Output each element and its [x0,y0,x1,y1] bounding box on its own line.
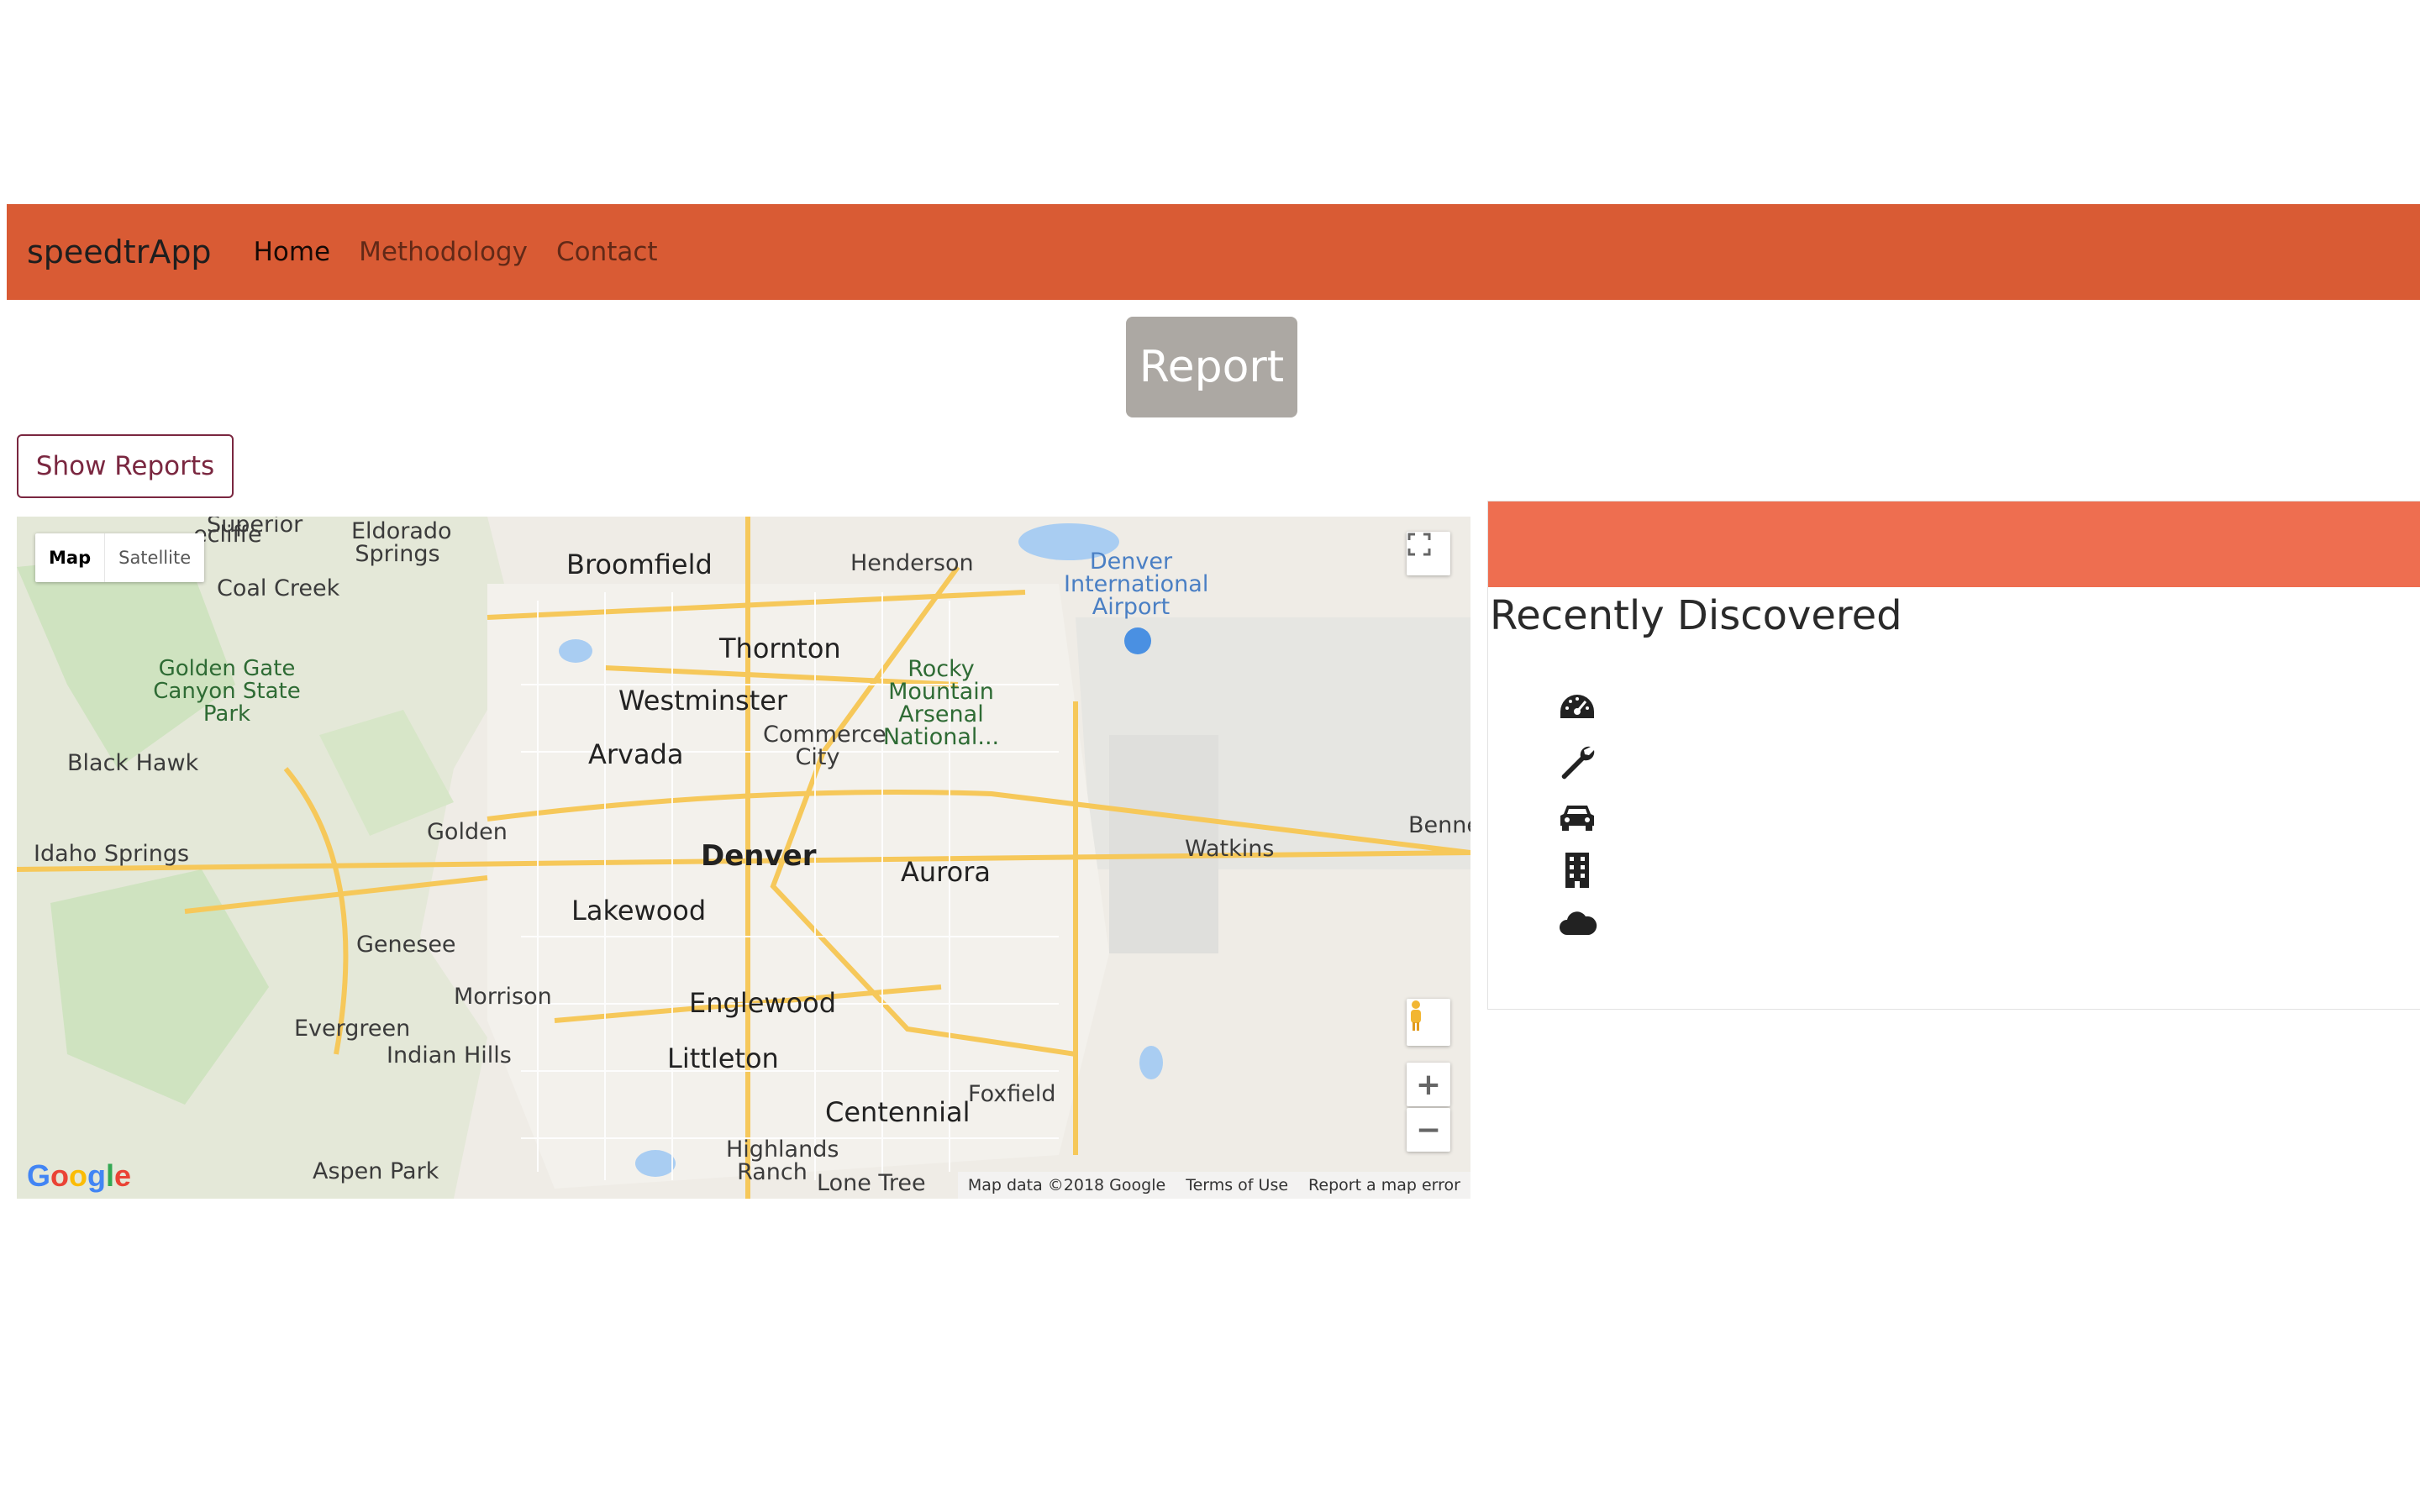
map-type-control: Map Satellite [35,533,205,582]
list-item [1557,681,1597,735]
map-label-watkins: Watkins [1185,836,1275,862]
wrench-icon [1561,746,1595,780]
map-attribution: Map data ©2018 Google Terms of Use Repor… [957,1172,1470,1199]
map-label-evergreen: Evergreen [294,1016,411,1042]
car-icon [1560,806,1594,831]
google-logo[interactable]: Google [27,1158,131,1194]
fullscreen-button[interactable] [1407,532,1450,575]
speedometer-icon [1560,695,1594,718]
map[interactable]: Superior ecliffe Eldorado Springs Broomf… [17,517,1470,1199]
map-type-map-button[interactable]: Map [35,533,106,582]
map-label-denver-airport: Denver International Airport [1064,549,1209,620]
map-label-littleton: Littleton [667,1042,779,1074]
terms-of-use-link[interactable]: Terms of Use [1176,1176,1298,1194]
map-label-genesee: Genesee [356,932,456,958]
map-data-text: Map data ©2018 Google [967,1176,1166,1194]
map-label-highlands-ranch: Highlands Ranch [726,1137,839,1185]
map-label-henderson: Henderson [850,550,974,576]
map-label-golden: Golden [427,819,508,845]
map-label-centennial: Centennial [825,1096,971,1128]
map-label-commerce-city: Commerce City [763,722,886,770]
map-label-westminster: Westminster [618,685,788,717]
pegman-icon [1411,1000,1421,1031]
fullscreen-icon [1407,533,1431,556]
brand-logo[interactable]: speedtrApp [27,234,212,270]
panel-header [1488,501,2420,587]
map-label-black-hawk: Black Hawk [67,750,199,776]
map-label-foxfield: Foxfield [968,1081,1056,1107]
map-label-idaho-springs: Idaho Springs [34,841,190,867]
map-label-thornton: Thornton [719,633,841,664]
list-item [1557,789,1597,843]
zoom-in-button[interactable]: + [1407,1063,1450,1106]
list-item [1557,896,1597,950]
map-label-arvada: Arvada [588,738,684,770]
navbar: speedtrApp Home Methodology Contact [7,204,2420,300]
map-label-denver: Denver [701,839,817,873]
zoom-out-button[interactable]: − [1407,1108,1450,1152]
street-view-button[interactable] [1407,999,1450,1046]
map-label-rocky-mountain: Rocky Mountain Arsenal National... [882,656,1000,750]
cloud-icon [1560,911,1597,935]
map-label-golden-gate: Golden Gate Canyon State Park [153,656,301,727]
map-label-morrison: Morrison [454,984,552,1010]
list-item [1557,843,1597,896]
map-label-coal-creek: Coal Creek [217,575,340,601]
map-label-lakewood: Lakewood [571,895,707,927]
recently-discovered-panel: Recently Discovered [1487,501,2420,1010]
show-reports-button[interactable]: Show Reports [17,434,234,498]
map-label-eldorado-springs: Eldorado Springs [351,518,452,567]
map-label-lone-tree: Lone Tree [817,1170,926,1196]
nav-home[interactable]: Home [254,237,331,267]
nav-methodology[interactable]: Methodology [359,237,528,267]
plus-icon: + [1415,1067,1442,1102]
map-label-bennett: Bennet [1408,812,1470,838]
panel-title: Recently Discovered [1490,592,1902,639]
icon-list [1557,681,1597,950]
map-type-satellite-button[interactable]: Satellite [105,533,204,582]
nav-contact[interactable]: Contact [556,237,658,267]
report-button[interactable]: Report [1126,317,1297,417]
map-label-aspen-park: Aspen Park [313,1158,439,1184]
list-item [1557,735,1597,789]
map-label-indian-hills: Indian Hills [387,1042,512,1068]
building-icon [1565,853,1589,888]
map-label-englewood: Englewood [689,987,837,1019]
map-label-aurora: Aurora [901,856,991,888]
map-label-broomfield: Broomfield [566,549,713,580]
minus-icon: − [1415,1112,1442,1147]
report-map-error-link[interactable]: Report a map error [1298,1176,1470,1194]
